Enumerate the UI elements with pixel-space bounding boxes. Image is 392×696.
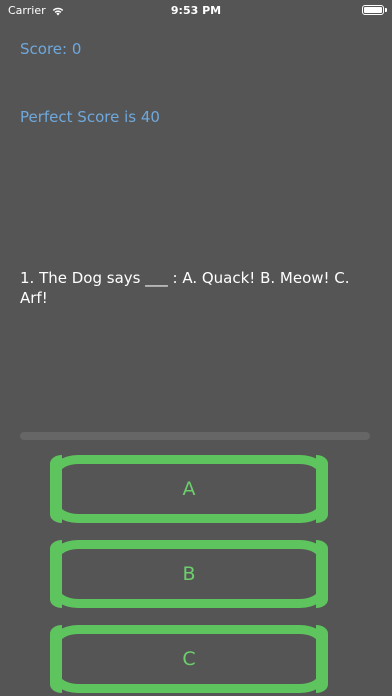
perfect-score-label: Perfect Score is 40	[20, 108, 160, 126]
score-label: Score: 0	[20, 40, 82, 58]
battery-tip	[385, 8, 387, 12]
answer-c-label: C	[182, 648, 196, 670]
battery-fill	[364, 7, 382, 13]
progress-bar	[20, 432, 370, 440]
answer-b-label: B	[182, 563, 196, 585]
status-bar: Carrier 9:53 PM	[0, 0, 392, 22]
answer-a-button[interactable]: A	[50, 455, 328, 523]
battery-icon	[362, 5, 384, 15]
answer-c-button[interactable]: C	[50, 625, 328, 693]
status-time: 9:53 PM	[170, 4, 222, 17]
answer-b-button[interactable]: B	[50, 540, 328, 608]
question-text: 1. The Dog says ___ : A. Quack! B. Meow!…	[20, 269, 350, 307]
answer-a-label: A	[182, 478, 196, 500]
